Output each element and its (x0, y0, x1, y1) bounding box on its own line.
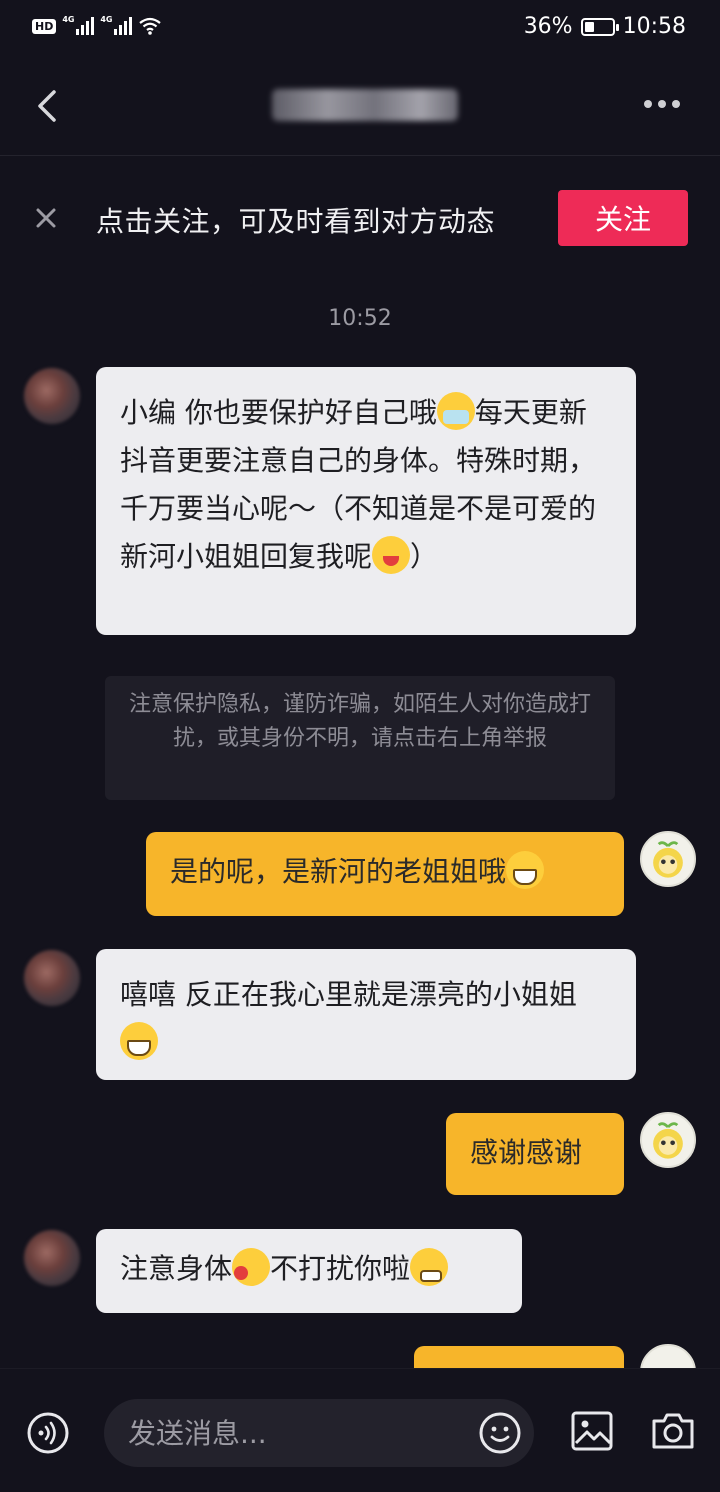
follow-button[interactable]: 关注 (558, 190, 688, 246)
network-type-label: 4G (62, 15, 75, 24)
contact-name-blurred (272, 89, 458, 121)
message-timestamp: 10:52 (328, 306, 392, 331)
message-text: 感谢感谢 (470, 1136, 583, 1169)
back-icon[interactable] (30, 86, 70, 126)
battery-fill (584, 21, 594, 32)
message-bubble-outgoing: 是的呢，是新河的老姐姐哦 (146, 832, 624, 916)
emoji-icon[interactable] (478, 1411, 522, 1455)
follow-banner: 点击关注，可及时看到对方动态 关注 (0, 160, 720, 272)
privacy-notice: 注意保护隐私，谨防诈骗，如陌生人对你造成打扰，或其身份不明，请点击右上角举报 (105, 676, 615, 800)
voice-icon[interactable] (26, 1411, 70, 1455)
message-text-continued: 不打扰你啦 (270, 1252, 411, 1285)
hd-badge: HD (32, 18, 57, 34)
grin-emoji (120, 1022, 158, 1060)
mask-face-emoji (436, 392, 475, 430)
message-bubble-outgoing: 感谢感谢 (446, 1113, 624, 1195)
more-icon[interactable] (644, 92, 688, 116)
contact-avatar[interactable] (24, 1230, 80, 1286)
message-bubble-incoming: 注意身体 不打扰你啦 (96, 1229, 522, 1313)
status-left: HD 4G 4G (32, 15, 162, 36)
cartoon-avatar-icon (653, 841, 683, 878)
silly-emoji (410, 1248, 449, 1286)
message-bubble-incoming: 小编 你也要保护好自己哦 每天更新抖音更要注意自己的身体。特殊时期，千万要当心呢～… (96, 367, 636, 635)
image-icon[interactable] (570, 1409, 614, 1453)
kiss-emoji (232, 1248, 271, 1286)
message-text: 小编 你也要保护好自己哦 (120, 396, 437, 429)
battery-percent: 36% (523, 14, 573, 39)
camera-icon[interactable] (650, 1409, 696, 1453)
wifi-icon (139, 17, 162, 35)
message-text: 注意身体 (120, 1252, 233, 1285)
battery-icon (580, 17, 619, 36)
contact-avatar[interactable] (24, 950, 80, 1006)
message-text-end: ） (410, 540, 439, 573)
status-right: 36% 10:58 (524, 14, 686, 39)
signal-icon-2: 4G (100, 15, 133, 35)
my-avatar[interactable] (640, 1112, 696, 1168)
signal-icon: 4G (62, 15, 95, 35)
clock: 10:58 (622, 14, 686, 39)
grin-emoji (506, 851, 545, 889)
follow-prompt-text: 点击关注，可及时看到对方动态 (96, 205, 496, 238)
chat-header (0, 56, 720, 156)
message-text: 嘻嘻 反正在我心里就是漂亮的小姐姐 (120, 978, 577, 1011)
contact-avatar[interactable] (24, 368, 80, 424)
cartoon-avatar-icon (653, 1122, 683, 1159)
message-text: 是的呢，是新河的老姐姐哦 (170, 855, 507, 888)
status-bar: HD 4G 4G 36% 10:58 (0, 0, 720, 56)
message-input[interactable] (104, 1399, 534, 1467)
wink-tongue-emoji (372, 536, 411, 574)
close-icon[interactable] (32, 204, 60, 232)
message-input-bar (0, 1368, 720, 1492)
network-type-label-2: 4G (100, 15, 113, 24)
message-bubble-incoming: 嘻嘻 反正在我心里就是漂亮的小姐姐 (96, 949, 636, 1080)
my-avatar[interactable] (640, 831, 696, 887)
